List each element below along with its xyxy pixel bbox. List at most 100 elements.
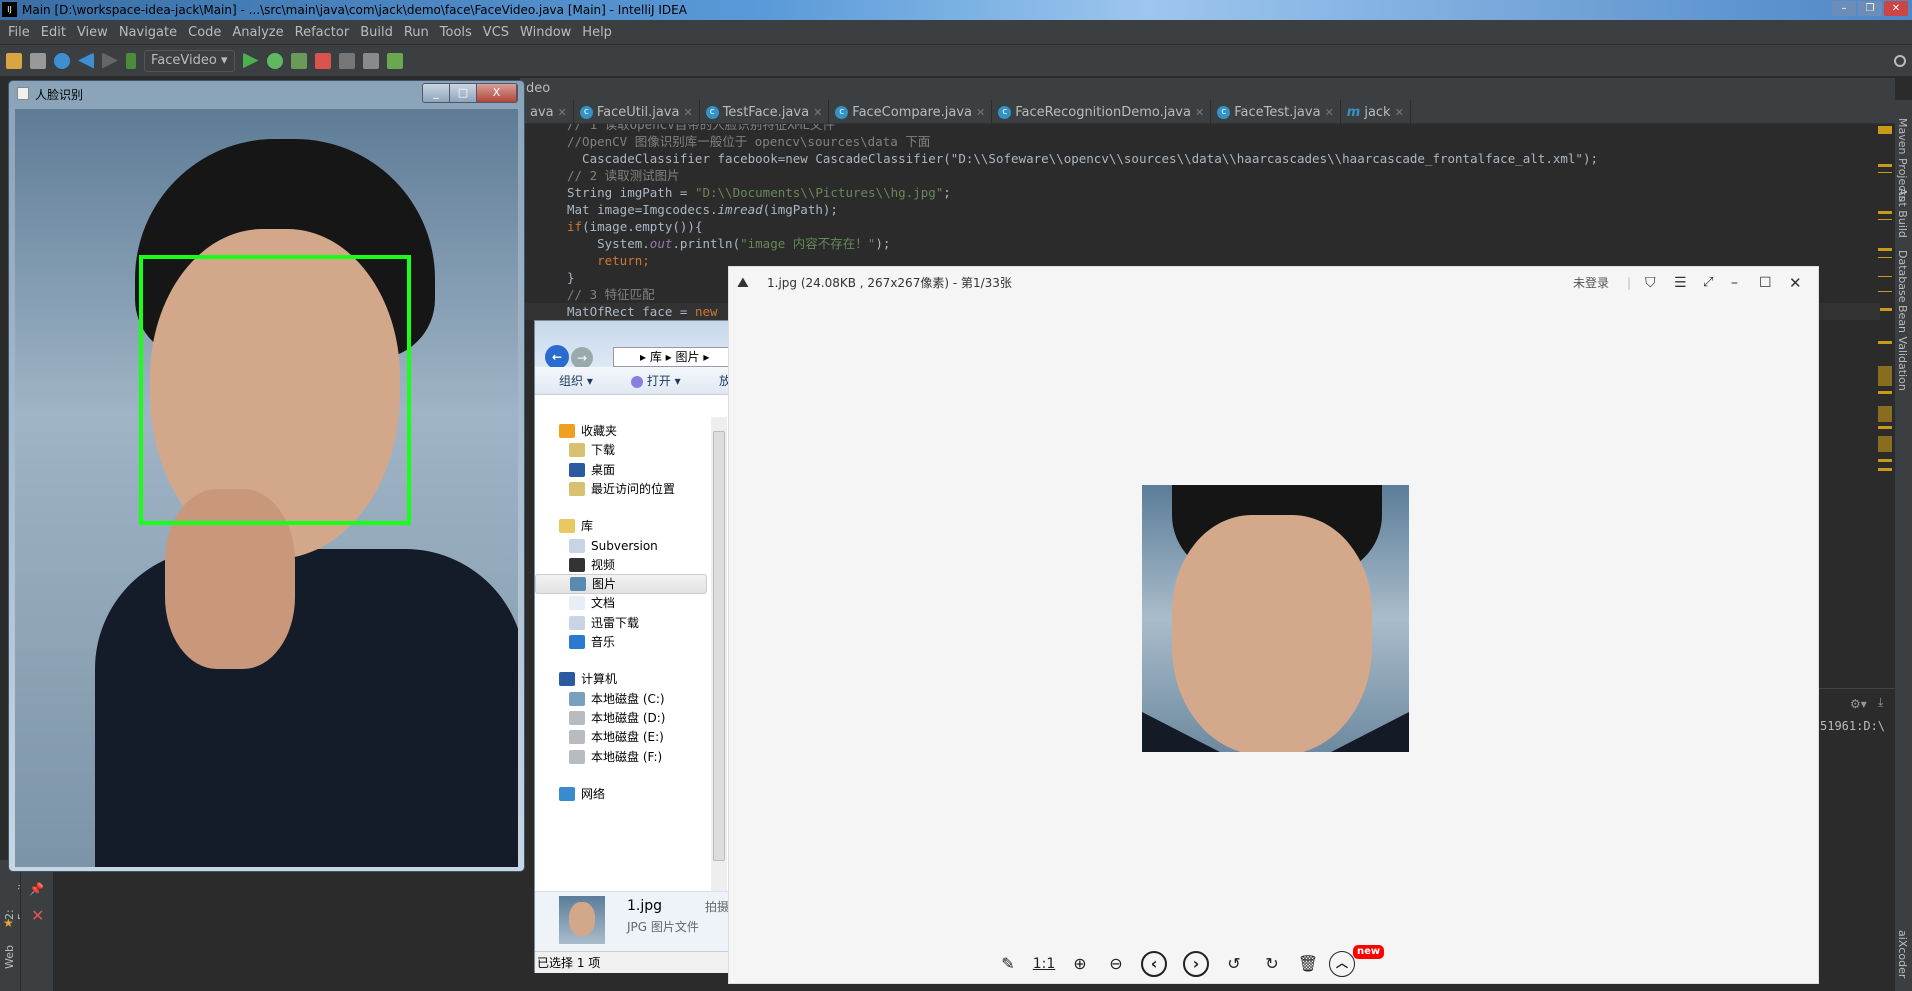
nav-item[interactable]: 文档 xyxy=(535,593,707,613)
nav-item[interactable]: 音乐 xyxy=(535,632,707,652)
previous-icon[interactable]: ‹ xyxy=(1141,951,1167,977)
menu-view[interactable]: View xyxy=(73,25,115,40)
remove-icon[interactable]: ✕ xyxy=(31,906,44,925)
minimize-button[interactable]: _ xyxy=(423,84,450,102)
organize-button[interactable]: 组织 ▾ xyxy=(559,367,593,395)
expand-up-icon[interactable]: ︿ xyxy=(1329,951,1355,977)
forward-icon[interactable] xyxy=(102,52,118,69)
gear-icon[interactable]: ⚙▾ xyxy=(1850,697,1867,711)
menu-file[interactable]: File xyxy=(4,25,37,40)
editor-tab[interactable]: c FaceCompare.java ✕ xyxy=(829,100,993,124)
explorer-scrollbar[interactable] xyxy=(711,417,727,891)
panel-web[interactable]: Web xyxy=(3,945,16,969)
open-button[interactable]: 打开 ▾ xyxy=(631,367,681,395)
editor-tab[interactable]: c FaceTest.java ✕ xyxy=(1211,100,1341,124)
close-button[interactable]: ✕ xyxy=(1789,267,1802,299)
make-icon[interactable] xyxy=(126,52,136,69)
menu-vcs[interactable]: VCS xyxy=(479,25,516,40)
back-icon[interactable] xyxy=(78,52,94,69)
pin-icon[interactable]: 📌 xyxy=(29,882,44,896)
menu-edit[interactable]: Edit xyxy=(37,25,73,40)
back-button[interactable]: ← xyxy=(545,345,569,369)
panel-database[interactable]: Database xyxy=(1896,250,1909,303)
nav-item[interactable]: 最近访问的位置 xyxy=(535,479,707,499)
editor-tab[interactable]: ava ✕ xyxy=(524,100,574,124)
menu-window[interactable]: Window xyxy=(516,25,578,40)
breadcrumb[interactable]: deo xyxy=(526,81,550,96)
error-stripe[interactable] xyxy=(1878,126,1892,666)
nav-item[interactable]: 迅雷下载 xyxy=(535,613,707,633)
open-icon[interactable] xyxy=(6,52,22,69)
close-tab-icon[interactable]: ✕ xyxy=(683,106,692,119)
close-tab-icon[interactable]: ✕ xyxy=(813,106,822,119)
coverage-icon[interactable] xyxy=(290,52,307,69)
nav-item[interactable]: 本地磁盘 (E:) xyxy=(535,727,707,747)
sdk-icon[interactable] xyxy=(386,52,403,69)
menu-help[interactable]: Help xyxy=(578,25,619,40)
editor-tab[interactable]: c FaceUtil.java ✕ xyxy=(574,100,700,124)
run-configuration-select[interactable]: FaceVideo ▾ xyxy=(144,49,235,72)
settings-icon[interactable] xyxy=(338,52,355,69)
forward-button[interactable]: → xyxy=(571,347,593,369)
menu-tools[interactable]: Tools xyxy=(436,25,479,40)
close-tab-icon[interactable]: ✕ xyxy=(558,106,567,119)
nav-item[interactable]: 下载 xyxy=(535,440,707,460)
nav-item[interactable]: 库 xyxy=(535,516,707,536)
menu-analyze[interactable]: Analyze xyxy=(228,25,290,40)
menu-code[interactable]: Code xyxy=(184,25,228,40)
nav-item[interactable]: 本地磁盘 (F:) xyxy=(535,747,707,767)
close-tab-icon[interactable]: ✕ xyxy=(1325,106,1334,119)
search-everywhere-icon[interactable] xyxy=(1894,54,1906,67)
panel-ant-build[interactable]: Ant Build xyxy=(1896,188,1909,238)
actual-size-button[interactable]: 1:1 xyxy=(1031,951,1057,977)
face-photo xyxy=(15,109,518,867)
login-link[interactable]: 未登录 xyxy=(1573,267,1609,299)
nav-item[interactable]: 网络 xyxy=(535,784,707,804)
minimize-button[interactable]: – xyxy=(1832,1,1856,16)
nav-item[interactable]: 本地磁盘 (D:) xyxy=(535,708,707,728)
nav-item[interactable]: 收藏夹 xyxy=(535,421,707,441)
nav-item[interactable]: 视频 xyxy=(535,555,707,575)
rotate-left-icon[interactable]: ↺ xyxy=(1221,951,1247,977)
menu-icon[interactable]: ☰ xyxy=(1674,267,1687,299)
close-tab-icon[interactable]: ✕ xyxy=(1395,106,1404,119)
editor-tab[interactable]: c TestFace.java ✕ xyxy=(700,100,830,124)
edit-icon[interactable]: ✎ xyxy=(995,951,1021,977)
zoom-in-icon[interactable]: ⊕ xyxy=(1067,951,1093,977)
panel-aixcoder[interactable]: aiXcoder xyxy=(1896,930,1909,978)
nav-item[interactable]: 本地磁盘 (C:) xyxy=(535,689,707,709)
nav-item[interactable]: 计算机 xyxy=(535,669,707,689)
menu-build[interactable]: Build xyxy=(356,25,400,40)
close-button[interactable]: ✕ xyxy=(1884,1,1908,16)
panel-bean-validation[interactable]: Bean Validation xyxy=(1896,305,1909,391)
nav-item[interactable]: 桌面 xyxy=(535,460,707,480)
minimize-button[interactable]: – xyxy=(1731,267,1738,299)
menu-refactor[interactable]: Refactor xyxy=(291,25,357,40)
skin-icon[interactable]: ⛉ xyxy=(1645,267,1656,299)
structure-icon[interactable] xyxy=(362,52,379,69)
editor-tab[interactable]: c FaceRecognitionDemo.java ✕ xyxy=(992,100,1212,124)
close-tab-icon[interactable]: ✕ xyxy=(1195,106,1204,119)
maximize-button[interactable]: ☐ xyxy=(1759,267,1772,299)
nav-item[interactable]: Subversion xyxy=(535,536,707,556)
nav-item[interactable]: 图片 xyxy=(535,574,707,595)
zoom-out-icon[interactable]: ⊖ xyxy=(1103,951,1129,977)
sync-icon[interactable] xyxy=(54,52,70,69)
save-icon[interactable] xyxy=(30,52,46,69)
run-icon[interactable] xyxy=(242,52,259,69)
rotate-right-icon[interactable]: ↻ xyxy=(1259,951,1285,977)
menu-navigate[interactable]: Navigate xyxy=(115,25,184,40)
address-bar[interactable]: ▸ 库 ▸ 图片 ▸ xyxy=(613,347,733,367)
download-icon[interactable]: ⤓ xyxy=(1878,695,1883,710)
next-icon[interactable]: › xyxy=(1183,951,1209,977)
delete-icon[interactable]: 🗑 xyxy=(1295,951,1321,977)
menu-run[interactable]: Run xyxy=(400,25,436,40)
close-button[interactable]: X xyxy=(477,84,517,102)
debug-icon[interactable] xyxy=(266,52,283,69)
fullscreen-icon[interactable]: ⤢ xyxy=(1703,267,1713,299)
maximize-button[interactable]: □ xyxy=(450,84,477,102)
close-tab-icon[interactable]: ✕ xyxy=(976,106,985,119)
editor-tab[interactable]: m jack ✕ xyxy=(1341,100,1411,124)
restore-button[interactable]: ❐ xyxy=(1858,1,1882,16)
stop-icon[interactable] xyxy=(314,52,331,69)
